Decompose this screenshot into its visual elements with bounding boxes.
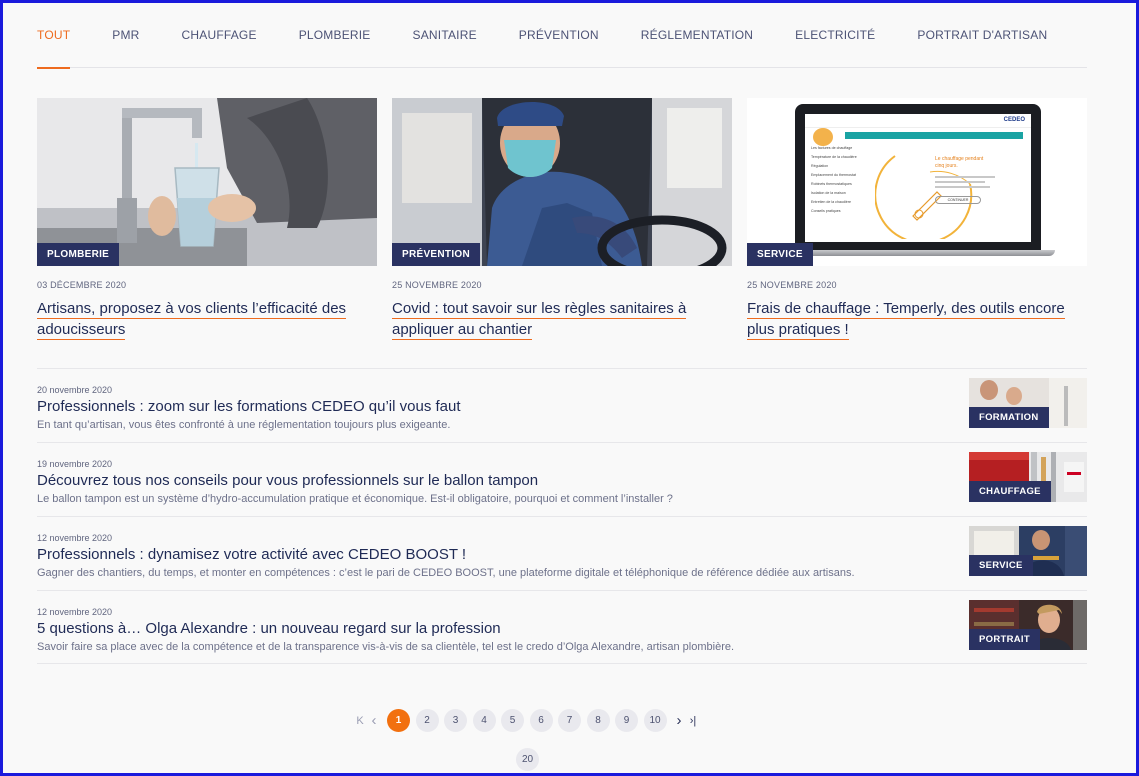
page-button[interactable]: 7 xyxy=(558,709,581,732)
prev-page-button[interactable]: ‹ xyxy=(367,712,381,729)
page-button[interactable]: 8 xyxy=(586,709,610,732)
article-date: 25 NOVEMBRE 2020 xyxy=(392,280,482,290)
list-item[interactable]: 20 novembre 2020 Professionnels : zoom s… xyxy=(37,368,1087,442)
title-line[interactable]: appliquer au chantier xyxy=(392,321,533,340)
page-button[interactable]: 5 xyxy=(501,709,524,732)
article-title-link[interactable]: Covid : tout savoir sur les règles sanit… xyxy=(392,298,732,340)
page-button[interactable]: 2 xyxy=(415,709,439,732)
page-button[interactable]: 10 xyxy=(643,709,667,732)
tab-sanitaire[interactable]: SANITAIRE xyxy=(413,3,477,68)
page-button[interactable]: 1 xyxy=(387,709,410,732)
category-badge[interactable]: PORTRAIT xyxy=(969,629,1040,650)
card-image-worker[interactable]: PRÉVENTION xyxy=(392,98,732,266)
laptop-illustration: CEDEO Les factures de chauffage Températ… xyxy=(781,104,1055,256)
page-button[interactable]: 20 xyxy=(516,748,539,771)
article-thumbnail[interactable]: FORMATION xyxy=(969,378,1087,428)
tab-electricite[interactable]: ELECTRICITÉ xyxy=(795,3,875,68)
article-date: 20 novembre 2020 xyxy=(37,385,113,395)
tab-tout[interactable]: TOUT xyxy=(37,3,71,69)
card-image-laptop[interactable]: CEDEO Les factures de chauffage Températ… xyxy=(747,98,1087,266)
article-title-link[interactable]: Découvrez tous nos conseils pour vous pr… xyxy=(37,472,538,489)
article-date: 03 DÉCEMBRE 2020 xyxy=(37,280,127,290)
first-page-button[interactable]: K xyxy=(353,715,367,727)
laptop-screen: CEDEO Les factures de chauffage Températ… xyxy=(795,104,1041,252)
category-badge[interactable]: PLOMBERIE xyxy=(37,243,120,266)
pagination-extra: 20 xyxy=(516,748,545,771)
tap-photo xyxy=(37,98,377,266)
article-list: 20 novembre 2020 Professionnels : zoom s… xyxy=(37,368,1087,664)
screen-logo: CEDEO xyxy=(1003,117,1025,123)
list-item[interactable]: 12 novembre 2020 Professionnels : dynami… xyxy=(37,516,1087,590)
tab-pmr[interactable]: PMR xyxy=(112,3,139,68)
category-badge[interactable]: FORMATION xyxy=(969,407,1049,428)
last-page-button[interactable]: ›| xyxy=(686,715,700,727)
article-title-link[interactable]: Professionnels : dynamisez votre activit… xyxy=(37,546,466,563)
list-item[interactable]: 19 novembre 2020 Découvrez tous nos cons… xyxy=(37,442,1087,516)
featured-card[interactable]: CEDEO Les factures de chauffage Températ… xyxy=(747,98,1087,340)
tab-reglementation[interactable]: RÉGLEMENTATION xyxy=(641,3,753,68)
tab-portrait-artisan[interactable]: PORTRAIT D'ARTISAN xyxy=(917,3,1047,68)
title-line[interactable]: Artisans, proposez à vos clients l’effic… xyxy=(37,300,347,319)
featured-card[interactable]: PLOMBERIE 03 DÉCEMBRE 2020 Artisans, pro… xyxy=(37,98,377,340)
featured-card[interactable]: PRÉVENTION 25 NOVEMBRE 2020 Covid : tout… xyxy=(392,98,732,340)
article-title-link[interactable]: Professionnels : zoom sur les formations… xyxy=(37,398,461,415)
page-button[interactable]: 6 xyxy=(529,709,553,732)
article-date: 25 NOVEMBRE 2020 xyxy=(747,280,837,290)
title-line[interactable]: Frais de chauffage : Temperly, des outil… xyxy=(747,300,1065,319)
article-date: 19 novembre 2020 xyxy=(37,459,113,469)
article-excerpt: Savoir faire sa place avec de la compéte… xyxy=(37,641,735,653)
featured-articles: PLOMBERIE 03 DÉCEMBRE 2020 Artisans, pro… xyxy=(37,98,1087,348)
screen-heading: Le chauffage pendant cinq jours. xyxy=(935,156,984,169)
worker-photo xyxy=(392,98,732,266)
article-thumbnail[interactable]: SERVICE xyxy=(969,526,1087,576)
pagination: K ‹ 1 2 3 4 5 6 7 8 9 10 › ›| xyxy=(353,709,700,732)
article-excerpt: En tant qu’artisan, vous êtes confronté … xyxy=(37,419,451,431)
page-button[interactable]: 3 xyxy=(444,709,467,732)
article-title-link[interactable]: Frais de chauffage : Temperly, des outil… xyxy=(747,298,1087,340)
category-badge[interactable]: SERVICE xyxy=(747,243,813,266)
page-frame: TOUT PMR CHAUFFAGE PLOMBERIE SANITAIRE P… xyxy=(0,0,1139,776)
list-item[interactable]: 12 novembre 2020 5 questions à… Olga Ale… xyxy=(37,590,1087,664)
category-badge[interactable]: SERVICE xyxy=(969,555,1033,576)
tab-plomberie[interactable]: PLOMBERIE xyxy=(299,3,371,68)
article-thumbnail[interactable]: PORTRAIT xyxy=(969,600,1087,650)
tab-prevention[interactable]: PRÉVENTION xyxy=(519,3,599,68)
title-line[interactable]: plus pratiques ! xyxy=(747,321,849,340)
article-excerpt: Gagner des chantiers, du temps, et monte… xyxy=(37,567,855,579)
article-thumbnail[interactable]: CHAUFFAGE xyxy=(969,452,1087,502)
article-excerpt: Le ballon tampon est un système d’hydro-… xyxy=(37,493,673,505)
screen-button: CONTINUER xyxy=(935,196,981,204)
title-line[interactable]: Covid : tout savoir sur les règles sanit… xyxy=(392,300,687,319)
tab-chauffage[interactable]: CHAUFFAGE xyxy=(182,3,257,68)
next-page-button[interactable]: › xyxy=(672,712,686,729)
page-button[interactable]: 9 xyxy=(615,709,638,732)
article-title-link[interactable]: Artisans, proposez à vos clients l’effic… xyxy=(37,298,377,340)
article-title-link[interactable]: 5 questions à… Olga Alexandre : un nouve… xyxy=(37,620,501,637)
card-image-tap[interactable]: PLOMBERIE xyxy=(37,98,377,266)
category-tabs: TOUT PMR CHAUFFAGE PLOMBERIE SANITAIRE P… xyxy=(37,3,1087,69)
screen-content: CEDEO Les factures de chauffage Températ… xyxy=(805,114,1031,242)
laptop-base xyxy=(781,250,1055,256)
category-badge[interactable]: PRÉVENTION xyxy=(392,243,481,266)
article-date: 12 novembre 2020 xyxy=(37,607,113,617)
page-button[interactable]: 4 xyxy=(472,709,496,732)
title-line[interactable]: adoucisseurs xyxy=(37,321,126,340)
article-date: 12 novembre 2020 xyxy=(37,533,113,543)
category-badge[interactable]: CHAUFFAGE xyxy=(969,481,1051,502)
